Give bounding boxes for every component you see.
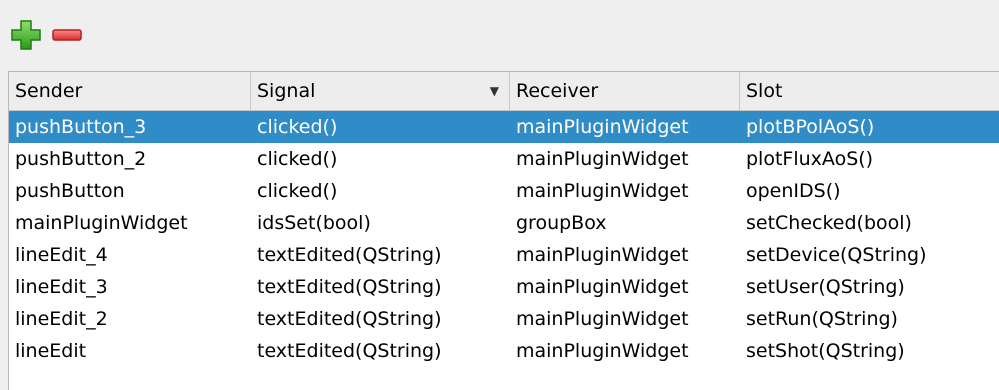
receiver-cell: mainPluginWidget [516,116,689,138]
add-connection-button[interactable] [9,18,43,52]
column-header-slot[interactable]: Slot [740,72,999,110]
receiver-cell: mainPluginWidget [516,244,689,266]
signal-cell: textEdited(QString) [257,340,442,362]
slot-cell: setUser(QString) [746,276,905,298]
slot-cell: setChecked(bool) [746,212,912,234]
sender-cell: mainPluginWidget [15,212,188,234]
receiver-cell: mainPluginWidget [516,340,689,362]
table-row[interactable]: lineEdit textEdited(QString) mainPluginW… [9,335,999,367]
plus-icon [11,20,41,50]
sender-cell: pushButton_3 [15,116,147,138]
sender-cell: lineEdit_2 [15,308,108,330]
connections-table[interactable]: Sender Signal ▼ Receiver Slot pushButton… [8,71,999,390]
sender-cell: pushButton_2 [15,148,147,170]
table-row[interactable]: pushButton_2 clicked() mainPluginWidget … [9,143,999,175]
header-label: Receiver [516,80,599,102]
signal-cell: textEdited(QString) [257,244,442,266]
column-header-receiver[interactable]: Receiver [510,72,740,110]
table-header: Sender Signal ▼ Receiver Slot [9,72,999,111]
sort-descending-icon: ▼ [489,84,499,98]
signal-cell: idsSet(bool) [257,212,371,234]
table-row[interactable]: lineEdit_4 textEdited(QString) mainPlugi… [9,239,999,271]
slot-cell: setRun(QString) [746,308,898,330]
receiver-cell: groupBox [516,212,607,234]
receiver-cell: mainPluginWidget [516,148,689,170]
signal-cell: clicked() [257,116,338,138]
toolbar [0,0,999,70]
signal-cell: textEdited(QString) [257,276,442,298]
sender-cell: lineEdit_4 [15,244,108,266]
header-label: Slot [746,80,783,102]
signal-cell: textEdited(QString) [257,308,442,330]
table-row[interactable]: mainPluginWidget idsSet(bool) groupBox s… [9,207,999,239]
receiver-cell: mainPluginWidget [516,276,689,298]
sender-cell: lineEdit [15,340,87,362]
slot-cell: setShot(QString) [746,340,905,362]
header-label: Sender [15,80,83,102]
table-row[interactable]: pushButton clicked() mainPluginWidget op… [9,175,999,207]
table-row[interactable]: lineEdit_2 textEdited(QString) mainPlugi… [9,303,999,335]
sender-cell: lineEdit_3 [15,276,108,298]
slot-cell: plotFluxAoS() [746,148,874,170]
signal-cell: clicked() [257,148,338,170]
receiver-cell: mainPluginWidget [516,308,689,330]
slot-cell: openIDS() [746,180,841,202]
sender-cell: pushButton [15,180,125,202]
table-row[interactable]: pushButton_3 clicked() mainPluginWidget … [9,111,999,143]
header-label: Signal [257,80,316,102]
remove-connection-button[interactable] [50,18,84,52]
column-header-signal[interactable]: Signal ▼ [251,72,510,110]
table-row[interactable]: lineEdit_3 textEdited(QString) mainPlugi… [9,271,999,303]
slot-cell: setDevice(QString) [746,244,927,266]
signal-cell: clicked() [257,180,338,202]
minus-icon [52,29,82,41]
receiver-cell: mainPluginWidget [516,180,689,202]
column-header-sender[interactable]: Sender [9,72,251,110]
slot-cell: plotBPolAoS() [746,116,875,138]
table-body: pushButton_3 clicked() mainPluginWidget … [9,111,999,367]
